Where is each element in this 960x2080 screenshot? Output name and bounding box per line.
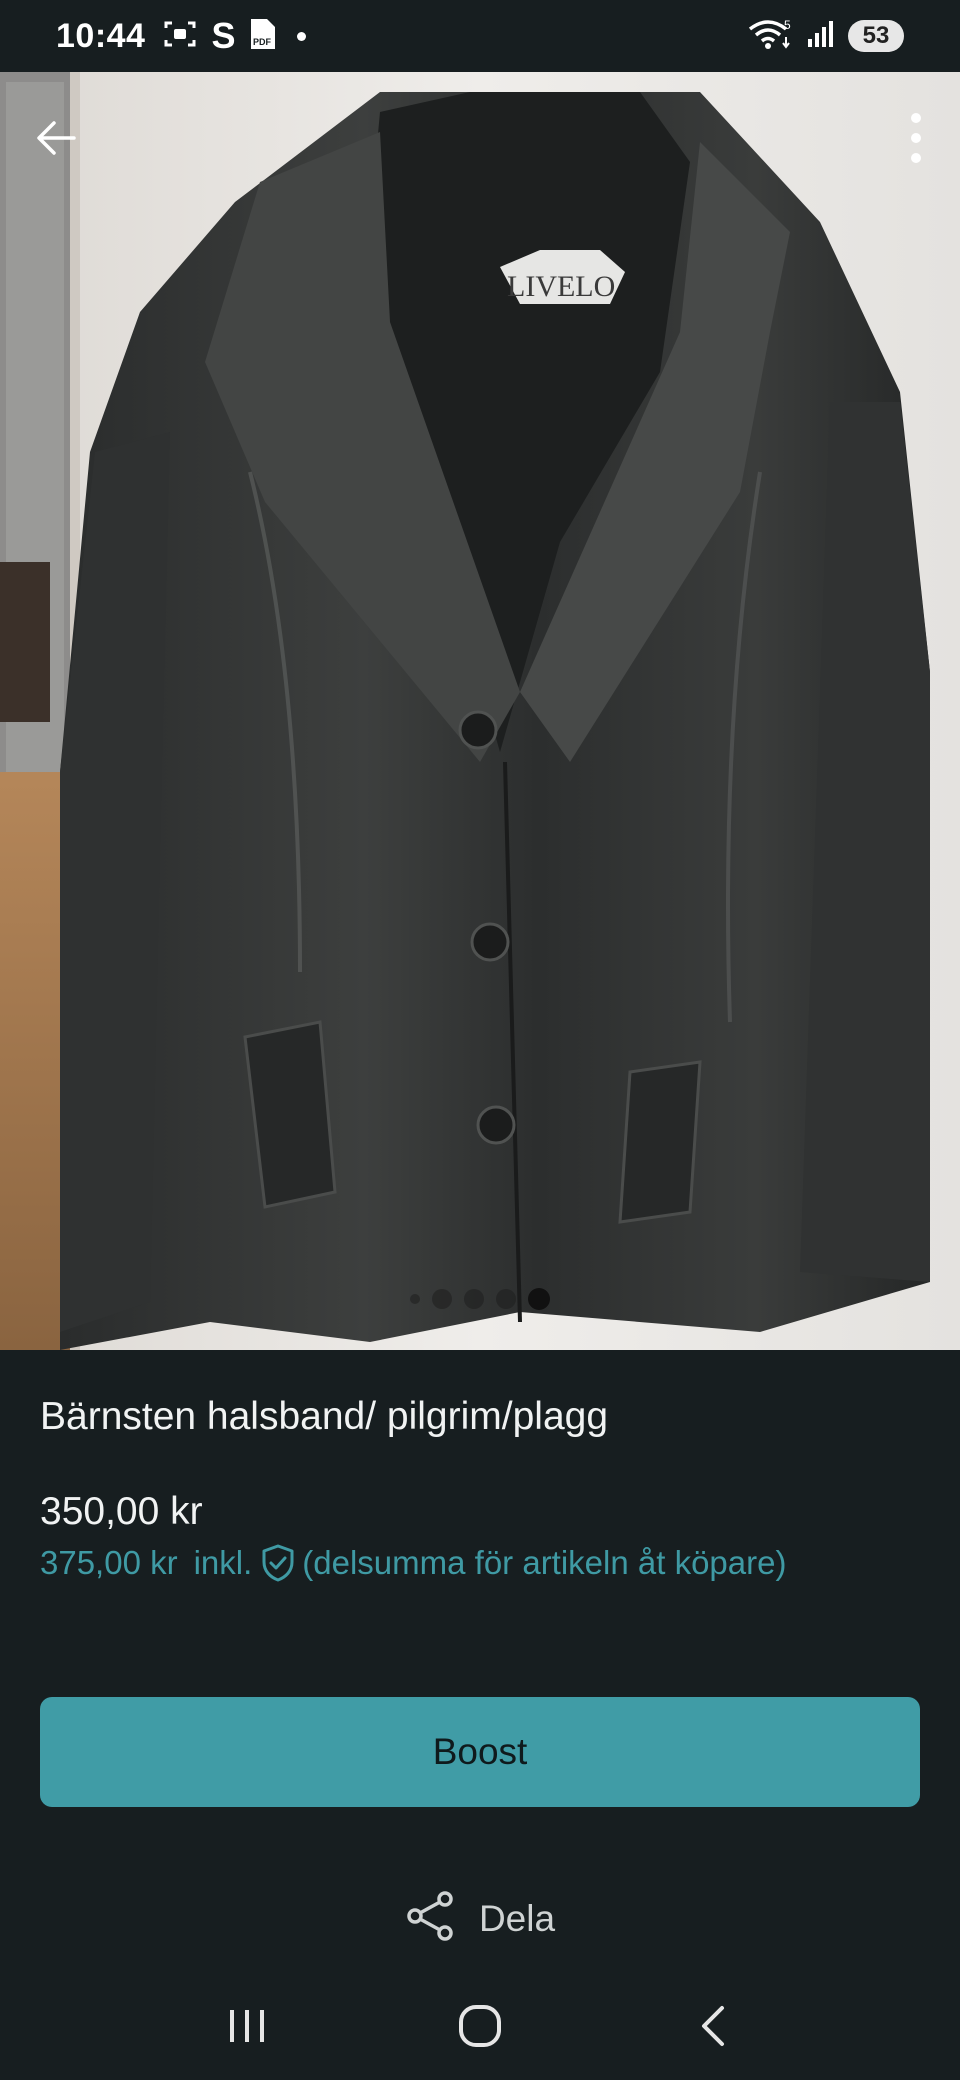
status-time: 10:44 [56,16,146,55]
signal-icon [806,19,836,54]
item-title: Bärnsten halsband/ pilgrim/plagg [40,1395,609,1438]
notification-icons: S PDF [163,15,307,57]
photo-page-indicator [0,1288,960,1310]
product-photo[interactable]: LIVELO [0,72,960,1350]
pdf-icon: PDF [249,17,277,56]
recents-button[interactable] [202,1988,292,2068]
page-dot [464,1289,484,1309]
share-label: Dela [478,1897,556,1939]
price-incl-word: inkl. [193,1544,253,1581]
back-arrow-icon [34,118,78,158]
price-incl-amount: 375,00 kr [40,1544,178,1581]
more-options-button[interactable] [880,102,952,174]
status-bar: 10:44 S PDF 5 53 [0,0,960,72]
shield-check-icon [260,1543,296,1583]
recents-icon [225,2006,269,2051]
boost-button[interactable]: Boost [40,1697,920,1807]
svg-text:PDF: PDF [253,37,272,47]
price-incl-note: (delsumma för artikeln åt köpare) [302,1544,787,1581]
more-vertical-icon [910,112,922,164]
item-price: 350,00 kr [40,1490,203,1533]
notification-dot [297,31,307,41]
svg-text:5: 5 [784,18,791,32]
nav-back-button[interactable] [668,1988,758,2068]
wifi-icon: 5 [748,17,794,56]
svg-text:LIVELO: LIVELO [507,270,615,303]
s-app-icon: S [211,15,236,56]
price-incl-protection[interactable]: 375,00 kr inkl. (delsumma för artikeln å… [40,1543,786,1583]
share-button[interactable]: Dela [0,1890,960,1947]
battery-indicator: 53 [848,20,904,52]
home-button[interactable] [435,1988,525,2068]
share-icon [405,1890,455,1947]
system-nav-bar [0,1976,960,2080]
page-dot [410,1294,420,1304]
screenshot-icon [163,19,197,54]
jacket-image: LIVELO [0,72,960,1350]
back-button[interactable] [20,102,92,174]
nav-back-icon [698,2004,728,2053]
page-dot [432,1289,452,1309]
page-dot-active [528,1288,550,1310]
system-icons: 5 53 [748,17,904,56]
home-icon [456,2002,504,2055]
page-dot [496,1289,516,1309]
